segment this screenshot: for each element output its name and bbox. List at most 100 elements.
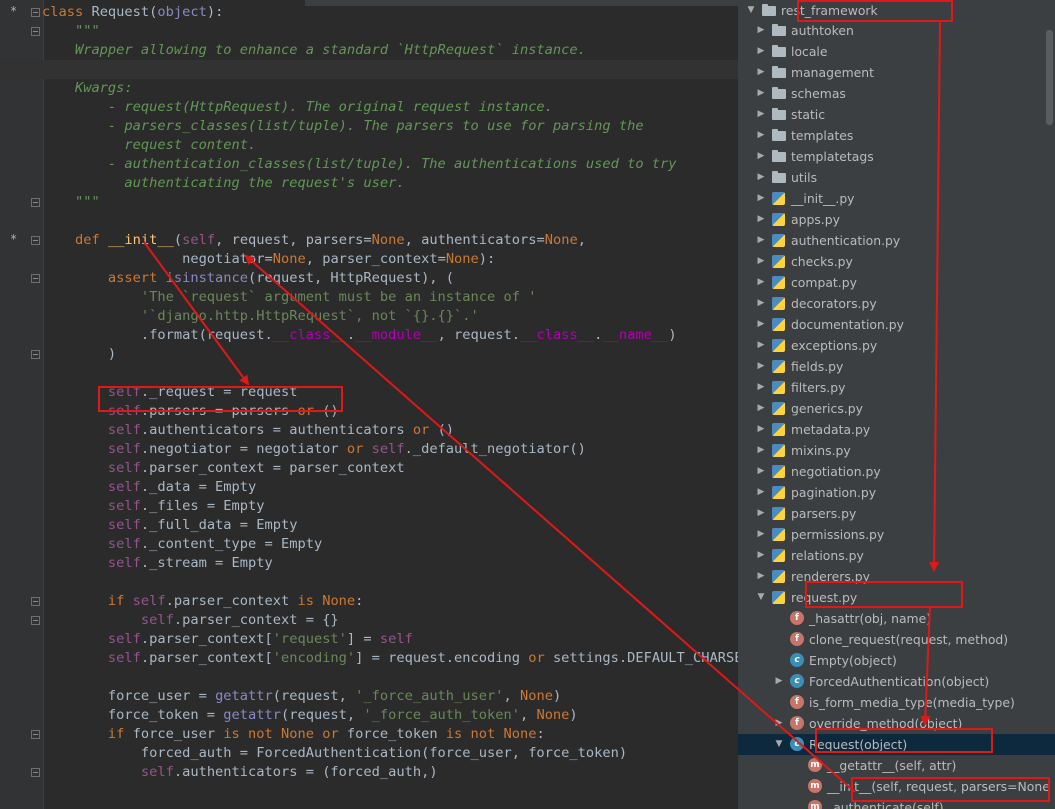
- tree-item-mixins-py[interactable]: ▶ mixins.py: [738, 440, 1055, 461]
- collapsed-arrow-icon[interactable]: ▶: [756, 251, 766, 272]
- code-line[interactable]: self._files = Empty: [0, 497, 738, 516]
- tree-item-init-py[interactable]: ▶ __init__.py: [738, 188, 1055, 209]
- code-line[interactable]: forced_auth = ForcedAuthentication(force…: [0, 744, 738, 763]
- tree-item-authentication-py[interactable]: ▶ authentication.py: [738, 230, 1055, 251]
- code-line[interactable]: Kwargs:: [0, 79, 738, 98]
- tree-item-metadata-py[interactable]: ▶ metadata.py: [738, 419, 1055, 440]
- code-line[interactable]: - request(HttpRequest). The original req…: [0, 98, 738, 117]
- code-line[interactable]: self.authenticators = authenticators or …: [0, 421, 738, 440]
- collapsed-arrow-icon[interactable]: ▶: [756, 524, 766, 545]
- code-line[interactable]: - authentication_classes(list/tuple). Th…: [0, 155, 738, 174]
- tree-item-fields-py[interactable]: ▶ fields.py: [738, 356, 1055, 377]
- tree-item-authtoken[interactable]: ▶ authtoken: [738, 20, 1055, 41]
- collapsed-arrow-icon[interactable]: ▶: [756, 398, 766, 419]
- collapsed-arrow-icon[interactable]: ▶: [756, 293, 766, 314]
- code-line[interactable]: force_user = getattr(request, '_force_au…: [0, 687, 738, 706]
- tree-item-negotiation-py[interactable]: ▶ negotiation.py: [738, 461, 1055, 482]
- collapsed-arrow-icon[interactable]: ▶: [756, 356, 766, 377]
- tree-item-generics-py[interactable]: ▶ generics.py: [738, 398, 1055, 419]
- collapsed-arrow-icon[interactable]: ▶: [756, 20, 766, 41]
- collapsed-arrow-icon[interactable]: ▶: [774, 671, 784, 692]
- code-line[interactable]: '`django.http.HttpRequest`, not `{}.{}`.…: [0, 307, 738, 326]
- code-line[interactable]: assert isinstance(request, HttpRequest),…: [0, 269, 738, 288]
- collapsed-arrow-icon[interactable]: ▶: [756, 377, 766, 398]
- tree-item-decorators-py[interactable]: ▶ decorators.py: [738, 293, 1055, 314]
- code-line[interactable]: .format(request.__class__.__module__, re…: [0, 326, 738, 345]
- code-line[interactable]: negotiator=None, parser_context=None):: [0, 250, 738, 269]
- tree-item-utils[interactable]: ▶ utils: [738, 167, 1055, 188]
- collapsed-arrow-icon[interactable]: ▶: [756, 503, 766, 524]
- code-line[interactable]: def __init__(self, request, parsers=None…: [0, 231, 738, 250]
- tree-item-locale[interactable]: ▶ locale: [738, 41, 1055, 62]
- tree-item-is-form-media-type-media-type[interactable]: f is_form_media_type(media_type): [738, 692, 1055, 713]
- collapsed-arrow-icon[interactable]: ▶: [756, 104, 766, 125]
- project-tree-panel[interactable]: ▼ rest_framework ▶ authtoken ▶ locale ▶ managem…: [738, 0, 1055, 809]
- code-line[interactable]: """: [0, 22, 738, 41]
- tree-item-filters-py[interactable]: ▶ filters.py: [738, 377, 1055, 398]
- tree-item-static[interactable]: ▶ static: [738, 104, 1055, 125]
- code-line[interactable]: force_token = getattr(request, '_force_a…: [0, 706, 738, 725]
- tree-item-forcedauthentication-object[interactable]: ▶ c ForcedAuthentication(object): [738, 671, 1055, 692]
- tree-item-getattr-self-attr[interactable]: m __getattr__(self, attr): [738, 755, 1055, 776]
- collapsed-arrow-icon[interactable]: ▶: [756, 188, 766, 209]
- code-line[interactable]: self._stream = Empty: [0, 554, 738, 573]
- tree-item-apps-py[interactable]: ▶ apps.py: [738, 209, 1055, 230]
- collapsed-arrow-icon[interactable]: ▶: [756, 335, 766, 356]
- code-line[interactable]: self.parser_context = {}: [0, 611, 738, 630]
- code-line[interactable]: self._full_data = Empty: [0, 516, 738, 535]
- code-line[interactable]: if self.parser_context is None:: [0, 592, 738, 611]
- tree-item-compat-py[interactable]: ▶ compat.py: [738, 272, 1055, 293]
- collapsed-arrow-icon[interactable]: ▶: [756, 482, 766, 503]
- collapsed-arrow-icon[interactable]: ▶: [756, 167, 766, 188]
- project-scrollbar-thumb[interactable]: [1046, 30, 1053, 125]
- collapsed-arrow-icon[interactable]: ▶: [756, 146, 766, 167]
- code-line[interactable]: authenticating the request's user.: [0, 174, 738, 193]
- tree-item-documentation-py[interactable]: ▶ documentation.py: [738, 314, 1055, 335]
- tree-item-hasattr-obj-name[interactable]: f _hasattr(obj, name): [738, 608, 1055, 629]
- expanded-arrow-icon[interactable]: ▼: [746, 0, 756, 21]
- code-line[interactable]: self._content_type = Empty: [0, 535, 738, 554]
- collapsed-arrow-icon[interactable]: ▶: [756, 566, 766, 587]
- collapsed-arrow-icon[interactable]: ▶: [756, 62, 766, 83]
- code-line[interactable]: Wrapper allowing to enhance a standard `…: [0, 41, 738, 60]
- collapsed-arrow-icon[interactable]: ▶: [774, 713, 784, 734]
- tree-item-pagination-py[interactable]: ▶ pagination.py: [738, 482, 1055, 503]
- code-line[interactable]: self._data = Empty: [0, 478, 738, 497]
- expanded-arrow-icon[interactable]: ▼: [756, 587, 766, 608]
- tree-item-management[interactable]: ▶ management: [738, 62, 1055, 83]
- code-line[interactable]: ): [0, 345, 738, 364]
- tree-item-templates[interactable]: ▶ templates: [738, 125, 1055, 146]
- collapsed-arrow-icon[interactable]: ▶: [756, 272, 766, 293]
- collapsed-arrow-icon[interactable]: ▶: [756, 440, 766, 461]
- tree-item-empty-object[interactable]: c Empty(object): [738, 650, 1055, 671]
- code-line[interactable]: """: [0, 193, 738, 212]
- collapsed-arrow-icon[interactable]: ▶: [756, 419, 766, 440]
- tree-item-parsers-py[interactable]: ▶ parsers.py: [738, 503, 1055, 524]
- collapsed-arrow-icon[interactable]: ▶: [756, 314, 766, 335]
- code-line[interactable]: self.parser_context['request'] = self: [0, 630, 738, 649]
- collapsed-arrow-icon[interactable]: ▶: [756, 209, 766, 230]
- code-line[interactable]: [0, 60, 738, 79]
- tree-item-schemas[interactable]: ▶ schemas: [738, 83, 1055, 104]
- code-line[interactable]: request content.: [0, 136, 738, 155]
- code-line[interactable]: self.authenticators = (forced_auth,): [0, 763, 738, 782]
- tree-item-exceptions-py[interactable]: ▶ exceptions.py: [738, 335, 1055, 356]
- collapsed-arrow-icon[interactable]: ▶: [756, 83, 766, 104]
- code-line[interactable]: - parsers_classes(list/tuple). The parse…: [0, 117, 738, 136]
- collapsed-arrow-icon[interactable]: ▶: [756, 461, 766, 482]
- code-line[interactable]: self.negotiator = negotiator or self._de…: [0, 440, 738, 459]
- code-line[interactable]: self.parser_context['encoding'] = reques…: [0, 649, 738, 668]
- code-line[interactable]: 'The `request` argument must be an insta…: [0, 288, 738, 307]
- tree-item-permissions-py[interactable]: ▶ permissions.py: [738, 524, 1055, 545]
- collapsed-arrow-icon[interactable]: ▶: [756, 125, 766, 146]
- code-line[interactable]: self.parser_context = parser_context: [0, 459, 738, 478]
- collapsed-arrow-icon[interactable]: ▶: [756, 230, 766, 251]
- code-line[interactable]: if force_user is not None or force_token…: [0, 725, 738, 744]
- tree-item-checks-py[interactable]: ▶ checks.py: [738, 251, 1055, 272]
- tree-item-relations-py[interactable]: ▶ relations.py: [738, 545, 1055, 566]
- tree-item-templatetags[interactable]: ▶ templatetags: [738, 146, 1055, 167]
- collapsed-arrow-icon[interactable]: ▶: [756, 545, 766, 566]
- tree-item-clone-request-request-method[interactable]: f clone_request(request, method): [738, 629, 1055, 650]
- collapsed-arrow-icon[interactable]: ▶: [756, 41, 766, 62]
- expanded-arrow-icon[interactable]: ▼: [774, 734, 784, 755]
